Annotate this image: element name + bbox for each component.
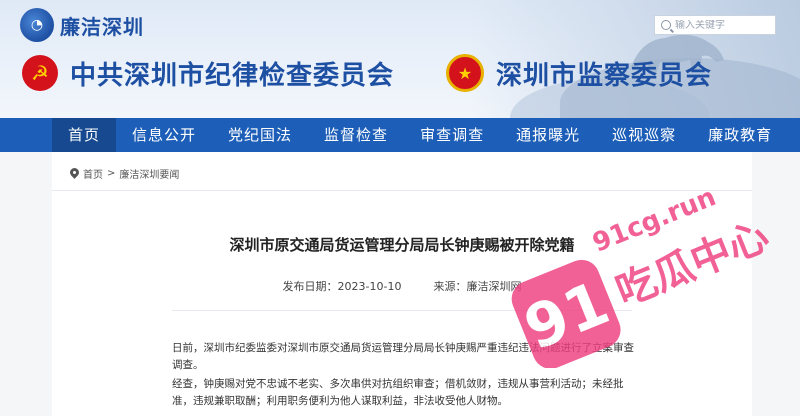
search-icon[interactable] [661, 20, 671, 30]
logo-text: 廉洁深圳 [60, 14, 144, 39]
publish-date-value: 2023-10-10 [337, 280, 402, 293]
breadcrumb-home[interactable]: 首页 [83, 166, 103, 181]
article-paragraph: 日前，深圳市纪委监委对深圳市原交通局货运管理分局局长钟庚赐严重违纪违法问题进行了… [172, 342, 634, 371]
nav-item-party-law[interactable]: 党纪国法 [212, 118, 308, 152]
source-label: 来源： [433, 280, 467, 293]
logo-badge-icon: ◔ [20, 8, 54, 42]
org-title: 中共深圳市纪律检查委员会 [70, 60, 395, 91]
nav-item-supervision[interactable]: 监督检查 [308, 118, 404, 152]
source-value: 廉洁深圳网 [466, 280, 522, 293]
publish-date: 发布日期：2023-10-10 [283, 278, 402, 294]
search-box[interactable] [654, 15, 776, 35]
breadcrumb-section[interactable]: 廉洁深圳要闻 [119, 166, 179, 181]
party-emblem-icon: ☭ [22, 55, 58, 91]
publish-date-label: 发布日期： [282, 280, 338, 293]
breadcrumb: 首页 > 廉洁深圳要闻 [70, 166, 179, 181]
nav-item-home[interactable]: 首页 [52, 118, 117, 152]
nav-item-info-disclosure[interactable]: 信息公开 [116, 118, 212, 152]
article-source: 来源：廉洁深圳网 [433, 278, 521, 294]
site-logo[interactable]: ◔ 廉洁深圳 [20, 8, 144, 42]
header-banner: ◔ 廉洁深圳 ☭ 中共深圳市纪律检查委员会 ★ 深圳市监察委员会 [0, 0, 800, 118]
location-pin-icon [70, 168, 79, 180]
header-titles: ☭ 中共深圳市纪律检查委员会 ★ 深圳市监察委员会 [22, 54, 712, 92]
article-panel: 首页 > 廉洁深圳要闻 深圳市原交通局货运管理分局局长钟庚赐被开除党籍 发布日期… [52, 152, 752, 416]
article-meta: 发布日期：2023-10-10 来源：廉洁深圳网 [52, 278, 752, 294]
nav-item-exposure[interactable]: 通报曝光 [500, 118, 596, 152]
nav-item-inspection[interactable]: 巡视巡察 [596, 118, 692, 152]
nav-item-investigation[interactable]: 审查调查 [404, 118, 500, 152]
nav-item-integrity-education[interactable]: 廉政教育 [692, 118, 788, 152]
search-input[interactable] [675, 19, 770, 31]
article-title: 深圳市原交通局货运管理分局局长钟庚赐被开除党籍 [229, 236, 575, 254]
main-nav: 首页 信息公开 党纪国法 监督检查 审查调查 通报曝光 巡视巡察 廉政教育 [0, 118, 800, 152]
national-emblem-icon: ★ [446, 54, 485, 92]
article-paragraph: 经查，钟庚赐对党不忠诚不老实、多次串供对抗组织审查；借机敛财，违规从事营利活动；… [172, 378, 624, 407]
breadcrumb-separator: > [107, 168, 116, 179]
meta-divider [172, 310, 632, 311]
divider [52, 190, 752, 191]
org-title-supervision: 深圳市监察委员会 [496, 60, 713, 91]
